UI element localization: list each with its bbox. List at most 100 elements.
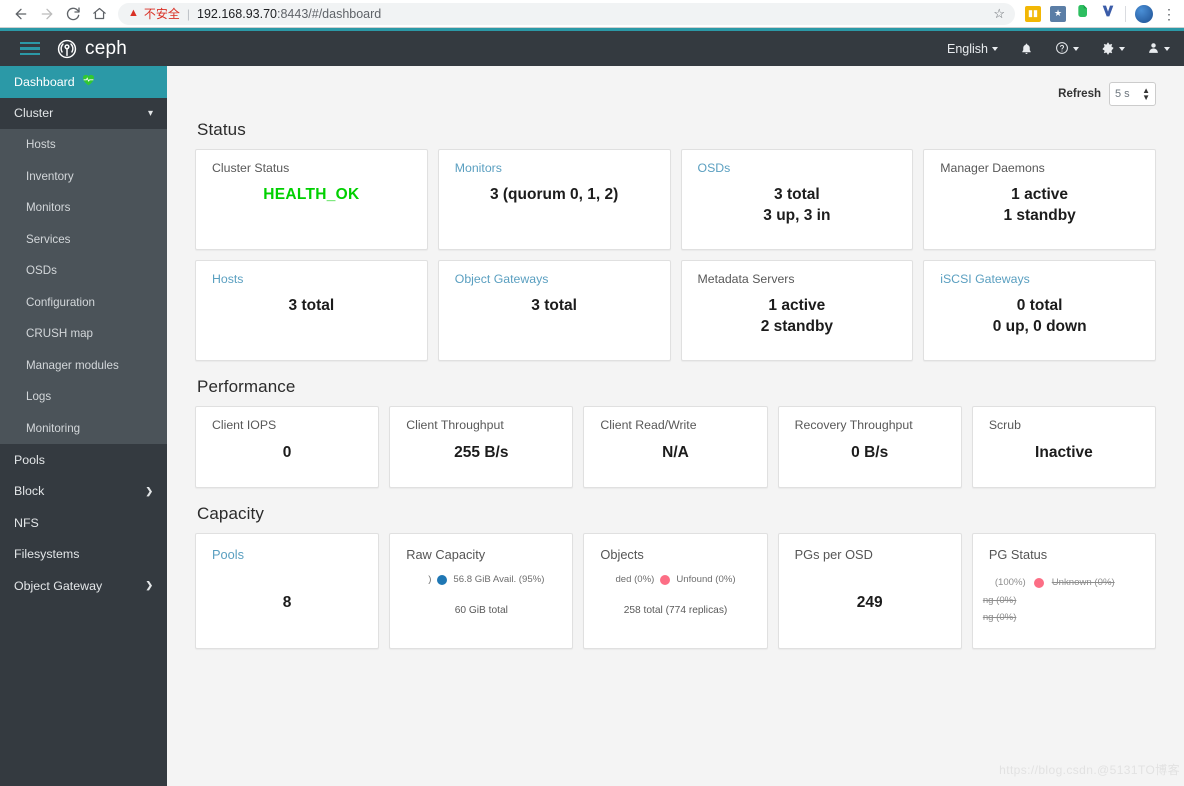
sidebar-item-dashboard[interactable]: Dashboard bbox=[0, 66, 167, 98]
sidebar-item-cluster[interactable]: Cluster bbox=[0, 98, 167, 130]
status-row-2: Hosts 3 total Object Gateways 3 total Me… bbox=[195, 260, 1156, 361]
user-dropdown[interactable] bbox=[1147, 41, 1170, 57]
heart-pulse-icon bbox=[82, 74, 95, 89]
legend-avail-label: 56.8 GiB Avail. (95%) bbox=[453, 574, 545, 585]
card-value: 255 B/s bbox=[454, 444, 509, 461]
pg-status-legend[interactable]: (100%) Unknown (0%) ng (0%) ng (0%) bbox=[973, 574, 1155, 627]
ceph-brand-label: ceph bbox=[85, 37, 128, 59]
card-pools[interactable]: Pools 8 bbox=[195, 533, 380, 649]
legend-unknown-label: Unknown (0%) bbox=[1051, 577, 1115, 588]
sidebar-item-crush-map[interactable]: CRUSH map bbox=[0, 318, 167, 350]
card-objects[interactable]: Objects ded (0%) Unfound (0%) 258 total … bbox=[583, 533, 768, 649]
browser-toolbar: ▲ 不安全 | 192.168.93.70:8443/#/dashboard ☆… bbox=[0, 0, 1184, 28]
sidebar-item-pools[interactable]: Pools bbox=[0, 444, 167, 476]
card-title[interactable]: OSDs bbox=[682, 150, 913, 175]
sidebar-item-monitors[interactable]: Monitors bbox=[0, 192, 167, 224]
card-scrub[interactable]: Scrub Inactive bbox=[971, 406, 1157, 488]
bookmark-star-icon[interactable]: ☆ bbox=[985, 6, 1005, 22]
settings-dropdown[interactable] bbox=[1101, 41, 1125, 57]
ceph-brand[interactable]: ceph bbox=[56, 38, 127, 60]
sidebar-item-label: Configuration bbox=[26, 295, 95, 309]
sidebar-item-label: NFS bbox=[14, 515, 39, 530]
card-value: 3 total bbox=[288, 297, 335, 314]
address-bar[interactable]: ▲ 不安全 | 192.168.93.70:8443/#/dashboard ☆ bbox=[118, 2, 1015, 25]
card-monitors[interactable]: Monitors 3 (quorum 0, 1, 2) bbox=[437, 149, 671, 250]
user-account-icon bbox=[1147, 41, 1160, 57]
card-value: 249 bbox=[856, 594, 883, 611]
sidebar-item-monitoring[interactable]: Monitoring bbox=[0, 412, 167, 444]
sidebar-item-manager-modules[interactable]: Manager modules bbox=[0, 349, 167, 381]
sidebar-item-services[interactable]: Services bbox=[0, 223, 167, 255]
sidebar-item-osds[interactable]: OSDs bbox=[0, 255, 167, 287]
card-raw-capacity[interactable]: Raw Capacity ) 56.8 GiB Avail. (95%) 60 … bbox=[389, 533, 574, 649]
sidebar-item-label: Services bbox=[26, 232, 71, 246]
back-arrow-icon[interactable] bbox=[8, 1, 34, 27]
card-value-line2: 2 standby bbox=[760, 318, 834, 336]
sidebar-item-block[interactable]: Block bbox=[0, 476, 167, 508]
url-host: 192.168.93.70 bbox=[197, 6, 277, 21]
browser-menu-icon[interactable]: ⋮ bbox=[1162, 7, 1176, 21]
card-client-read-write[interactable]: Client Read/Write N/A bbox=[583, 406, 768, 488]
sidebar-item-configuration[interactable]: Configuration bbox=[0, 286, 167, 318]
moon-profile-icon[interactable] bbox=[1135, 4, 1153, 23]
sidebar-item-nfs[interactable]: NFS bbox=[0, 507, 167, 539]
card-title: Metadata Servers bbox=[697, 272, 795, 286]
objects-legend[interactable]: ded (0%) Unfound (0%) bbox=[584, 574, 766, 585]
card-hosts[interactable]: Hosts 3 total bbox=[195, 260, 428, 361]
legend-color-dot-icon bbox=[660, 574, 671, 585]
home-icon[interactable] bbox=[86, 1, 112, 27]
bookmark-star-extension-icon[interactable]: ★ bbox=[1050, 5, 1066, 22]
sidebar-cluster-children: Hosts Inventory Monitors Services OSDs C… bbox=[0, 129, 167, 444]
card-value: 8 bbox=[282, 594, 292, 611]
insecure-warning-icon: ▲ bbox=[128, 7, 139, 19]
card-title[interactable]: Object Gateways bbox=[439, 261, 670, 286]
refresh-interval-select[interactable]: 5 s ▲ ▼ bbox=[1109, 82, 1156, 106]
card-manager-daemons[interactable]: Manager Daemons 1 active 1 standby bbox=[923, 149, 1156, 250]
legend-color-dot-icon bbox=[437, 574, 448, 585]
sidebar-item-logs[interactable]: Logs bbox=[0, 381, 167, 413]
card-value: Inactive bbox=[1035, 444, 1093, 461]
card-title[interactable]: Pools bbox=[196, 534, 378, 562]
evernote-extension-icon[interactable] bbox=[1075, 3, 1091, 24]
pg-legend-line-1[interactable]: (100%) Unknown (0%) bbox=[983, 574, 1155, 592]
v-extension-icon[interactable] bbox=[1100, 3, 1116, 24]
watermark: https://blog.csdn.@5131TO博客 bbox=[999, 763, 1180, 777]
card-title: PG Status bbox=[988, 547, 1048, 562]
pg-legend-line-2[interactable]: ng (0%) bbox=[983, 592, 1155, 610]
card-osds[interactable]: OSDs 3 total 3 up, 3 in bbox=[680, 149, 914, 250]
sidebar-item-object-gateway[interactable]: Object Gateway bbox=[0, 570, 167, 602]
card-client-throughput[interactable]: Client Throughput 255 B/s bbox=[389, 406, 574, 488]
card-recovery-throughput[interactable]: Recovery Throughput 0 B/s bbox=[777, 406, 962, 488]
card-pgs-per-osd[interactable]: PGs per OSD 249 bbox=[777, 533, 962, 649]
hamburger-menu-icon[interactable] bbox=[0, 41, 56, 56]
card-cluster-status[interactable]: Cluster Status HEALTH_OK bbox=[195, 149, 428, 250]
chevron-down-icon bbox=[148, 108, 153, 119]
card-title[interactable]: Hosts bbox=[196, 261, 427, 286]
reload-icon[interactable] bbox=[60, 1, 86, 27]
language-dropdown[interactable]: English bbox=[947, 42, 998, 56]
insecure-warning-label: 不安全 bbox=[143, 7, 180, 21]
notifications-bell-icon[interactable] bbox=[1020, 42, 1033, 56]
sidebar-item-filesystems[interactable]: Filesystems bbox=[0, 539, 167, 571]
refresh-label: Refresh bbox=[1058, 88, 1101, 100]
card-metadata-servers[interactable]: Metadata Servers 1 active 2 standby bbox=[680, 260, 914, 361]
card-object-gateways[interactable]: Object Gateways 3 total bbox=[437, 260, 671, 361]
ceph-navbar: ceph English bbox=[0, 31, 1184, 66]
card-title[interactable]: Monitors bbox=[439, 150, 670, 175]
pg-legend-line-3[interactable]: ng (0%) bbox=[983, 609, 1155, 627]
sidebar-item-hosts[interactable]: Hosts bbox=[0, 129, 167, 161]
card-iscsi-gateways[interactable]: iSCSI Gateways 0 total 0 up, 0 down bbox=[923, 260, 1156, 361]
card-value-line2: 0 up, 0 down bbox=[992, 318, 1087, 336]
raw-capacity-legend[interactable]: ) 56.8 GiB Avail. (95%) bbox=[390, 574, 572, 585]
card-value: 3 total bbox=[531, 297, 577, 314]
forward-arrow-icon[interactable] bbox=[34, 1, 60, 27]
help-dropdown[interactable] bbox=[1055, 41, 1079, 57]
subtitle-extension-icon[interactable]: ▮▮ bbox=[1025, 5, 1041, 22]
card-client-iops[interactable]: Client IOPS 0 bbox=[195, 406, 380, 488]
card-value: 0 bbox=[282, 444, 292, 461]
card-title[interactable]: iSCSI Gateways bbox=[924, 261, 1155, 286]
chevron-down-icon bbox=[1073, 46, 1079, 51]
card-pg-status[interactable]: PG Status (100%) Unknown (0%) ng (0%) ng… bbox=[971, 533, 1157, 649]
sidebar-item-inventory[interactable]: Inventory bbox=[0, 160, 167, 192]
url-text: 192.168.93.70:8443/#/dashboard bbox=[197, 7, 381, 21]
